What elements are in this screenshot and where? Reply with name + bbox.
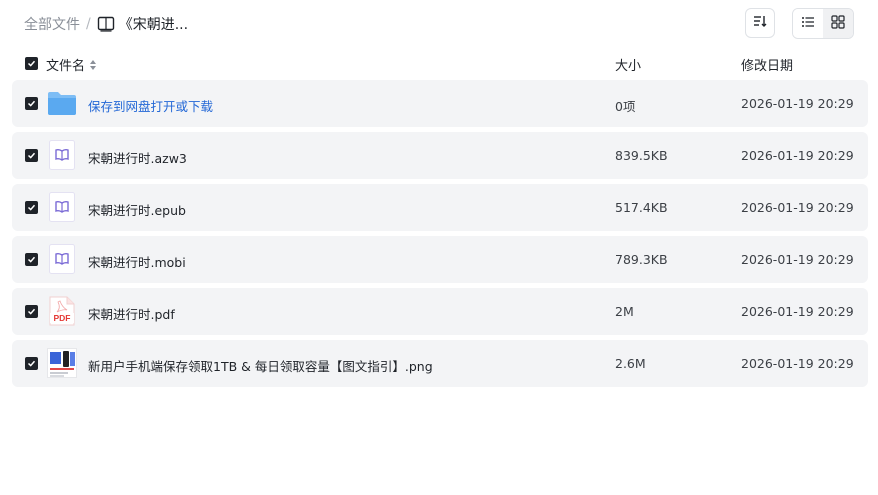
view-mode-switch: [792, 8, 854, 39]
breadcrumb-current: 《宋朝进...: [118, 17, 189, 33]
column-header-size: 大小: [615, 59, 642, 74]
list-view-icon: [801, 14, 815, 33]
row-checkbox[interactable]: [25, 97, 38, 110]
file-size: 2M: [615, 304, 634, 319]
file-date: 2026-01-19 20:29: [741, 252, 854, 267]
grid-view-icon: [831, 14, 845, 33]
image-thumbnail: [47, 348, 77, 378]
sort-toggle-icon[interactable]: [89, 59, 97, 71]
file-size: 789.3KB: [615, 252, 668, 267]
file-date: 2026-01-19 20:29: [741, 96, 854, 111]
file-row[interactable]: 宋朝进行时.epub 517.4KB 2026-01-19 20:29: [12, 184, 868, 231]
file-size: 839.5KB: [615, 148, 668, 163]
file-row[interactable]: 宋朝进行时.azw3 839.5KB 2026-01-19 20:29: [12, 132, 868, 179]
sort-button[interactable]: [745, 8, 775, 38]
column-header-name[interactable]: 文件名: [46, 55, 97, 74]
file-row[interactable]: 新用户手机端保存领取1TB & 每日领取容量【图文指引】.png 2.6M 20…: [12, 340, 868, 387]
check-icon: [27, 204, 36, 211]
row-checkbox[interactable]: [25, 149, 38, 162]
row-checkbox[interactable]: [25, 305, 38, 318]
check-icon: [27, 360, 36, 367]
file-date: 2026-01-19 20:29: [741, 200, 854, 215]
breadcrumb-separator: /: [86, 16, 91, 32]
check-icon: [27, 256, 36, 263]
file-date: 2026-01-19 20:29: [741, 304, 854, 319]
file-name[interactable]: 宋朝进行时.azw3: [88, 148, 187, 167]
file-size: 2.6M: [615, 356, 646, 371]
file-name[interactable]: 新用户手机端保存领取1TB & 每日领取容量【图文指引】.png: [88, 356, 433, 375]
file-name[interactable]: 宋朝进行时.mobi: [88, 252, 186, 271]
check-icon: [27, 100, 36, 107]
file-row[interactable]: PDF 宋朝进行时.pdf 2M 2026-01-19 20:29: [12, 288, 868, 335]
file-size: 517.4KB: [615, 200, 668, 215]
column-header-modified: 修改日期: [741, 59, 794, 74]
row-checkbox[interactable]: [25, 253, 38, 266]
row-checkbox[interactable]: [25, 357, 38, 370]
svg-text:PDF: PDF: [54, 313, 71, 323]
file-date: 2026-01-19 20:29: [741, 356, 854, 371]
sort-icon: [752, 13, 768, 33]
ebook-icon: [47, 192, 77, 222]
file-row[interactable]: 宋朝进行时.mobi 789.3KB 2026-01-19 20:29: [12, 236, 868, 283]
folder-icon: [47, 88, 77, 118]
file-row[interactable]: 保存到网盘打开或下载 0项 2026-01-19 20:29: [12, 80, 868, 127]
file-name[interactable]: 宋朝进行时.epub: [88, 200, 186, 219]
file-name[interactable]: 宋朝进行时.pdf: [88, 304, 175, 323]
ebook-icon: [47, 140, 77, 170]
ebook-icon: [47, 244, 77, 274]
check-icon: [27, 60, 36, 67]
grid-view-button[interactable]: [823, 9, 853, 38]
top-bar: 全部文件 / 《宋朝进...: [0, 0, 878, 50]
list-view-button[interactable]: [793, 9, 823, 38]
column-header-name-label: 文件名: [46, 59, 86, 74]
file-list-header: 文件名 大小 修改日期: [0, 50, 878, 78]
row-checkbox[interactable]: [25, 201, 38, 214]
breadcrumb: 全部文件 / 《宋朝进...: [24, 14, 188, 34]
check-icon: [27, 152, 36, 159]
file-date: 2026-01-19 20:29: [741, 148, 854, 163]
select-all-checkbox[interactable]: [25, 57, 38, 70]
pdf-icon: PDF: [47, 296, 77, 326]
check-icon: [27, 308, 36, 315]
file-name-link[interactable]: 保存到网盘打开或下载: [88, 96, 213, 115]
image-thumbnail-preview: [47, 348, 77, 378]
book-icon: [97, 15, 115, 33]
file-size: 0项: [615, 99, 636, 114]
breadcrumb-root-link[interactable]: 全部文件: [24, 14, 80, 34]
